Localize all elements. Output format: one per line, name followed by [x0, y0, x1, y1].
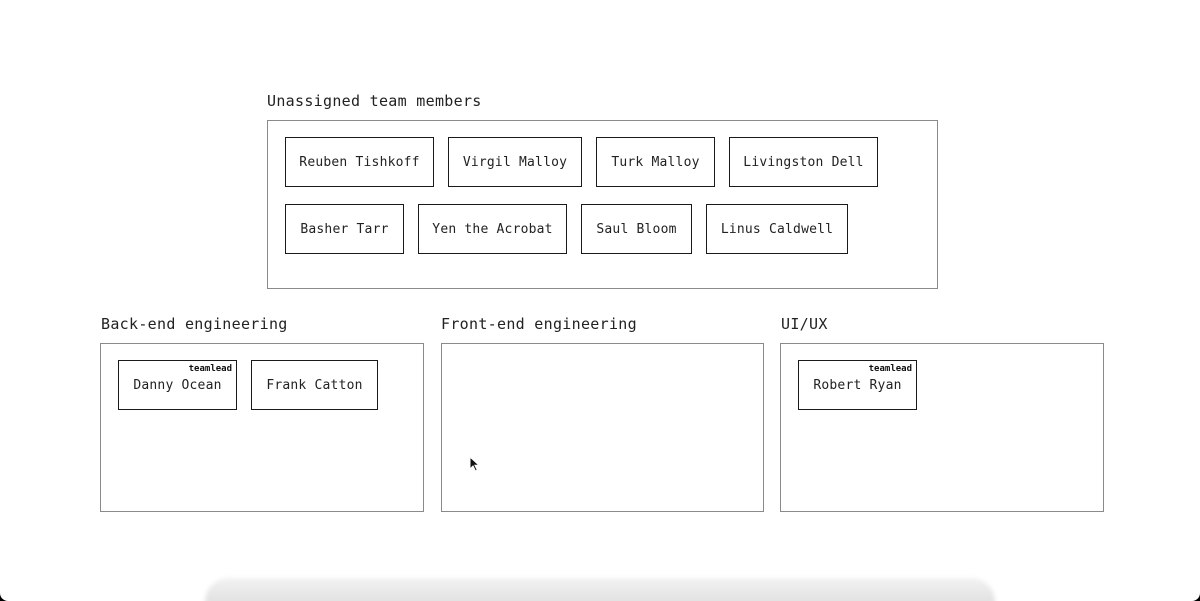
member-card[interactable]: Turk Malloy: [596, 137, 715, 187]
member-name: Robert Ryan: [813, 377, 902, 393]
member-name: Reuben Tishkoff: [299, 154, 420, 170]
team-title-frontend: Front-end engineering: [441, 315, 637, 333]
member-name: Danny Ocean: [133, 377, 222, 393]
member-name: Frank Catton: [266, 377, 363, 393]
member-card[interactable]: Frank Catton: [251, 360, 378, 410]
member-card[interactable]: Saul Bloom: [581, 204, 692, 254]
member-card[interactable]: Virgil Malloy: [448, 137, 582, 187]
member-name: Linus Caldwell: [720, 221, 834, 237]
unassigned-title: Unassigned team members: [267, 92, 482, 110]
member-name: Basher Tarr: [300, 221, 389, 237]
member-card[interactable]: teamlead Robert Ryan: [798, 360, 917, 410]
teamlead-badge: teamlead: [868, 364, 912, 374]
member-card[interactable]: teamlead Danny Ocean: [118, 360, 237, 410]
member-card[interactable]: Basher Tarr: [285, 204, 404, 254]
member-name: Yen the Acrobat: [432, 221, 553, 237]
teamlead-badge: teamlead: [188, 364, 232, 374]
member-name: Turk Malloy: [611, 154, 700, 170]
bottom-shadow: [205, 578, 995, 601]
team-dropzone-frontend[interactable]: [441, 343, 764, 512]
team-title-backend: Back-end engineering: [101, 315, 288, 333]
member-card[interactable]: Livingston Dell: [729, 137, 878, 187]
member-card[interactable]: Yen the Acrobat: [418, 204, 567, 254]
member-name: Livingston Dell: [743, 154, 864, 170]
member-name: Saul Bloom: [596, 221, 677, 237]
member-name: Virgil Malloy: [462, 154, 568, 170]
mouse-pointer-icon: [469, 456, 481, 472]
page: Unassigned team members Reuben Tishkoff …: [0, 0, 1200, 601]
member-card[interactable]: Reuben Tishkoff: [285, 137, 434, 187]
member-card[interactable]: Linus Caldwell: [706, 204, 848, 254]
team-title-uiux: UI/UX: [781, 315, 828, 333]
